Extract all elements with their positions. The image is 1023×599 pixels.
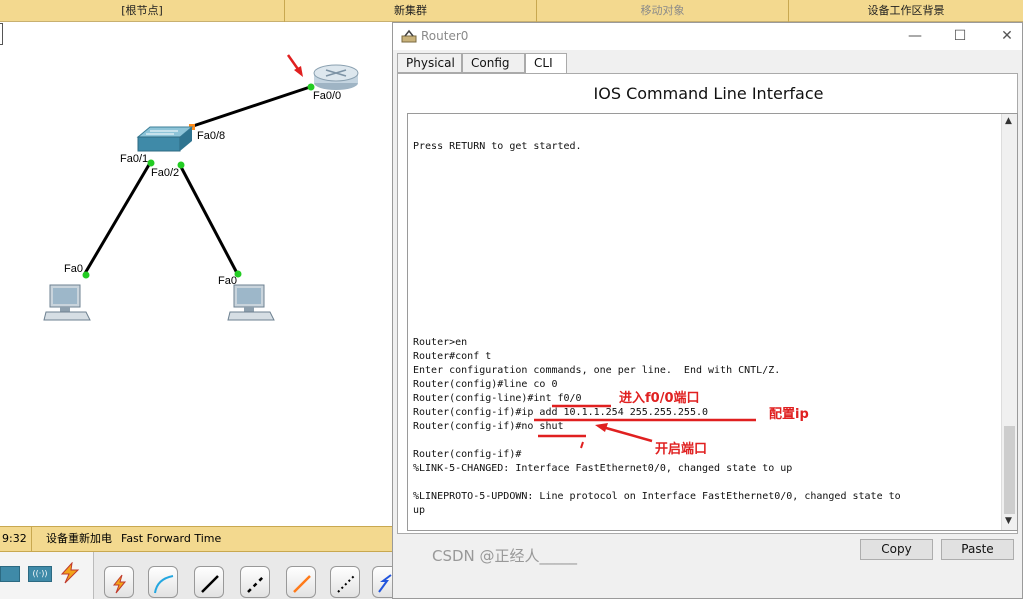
console-cable-icon[interactable] [148,566,178,598]
logical-workspace[interactable]: Fa0/0 Fa0/8 Fa0/1 Fa0/2 Fa0 Fa0 [0,23,392,548]
pc1-port-label: Fa0 [64,263,83,275]
router-switch-link[interactable] [189,85,311,129]
phone-cable-icon[interactable] [330,566,360,598]
root-node-label[interactable]: [根节点] [0,0,285,22]
pc2-port-label: Fa0 [218,275,237,287]
router-port-label: Fa0/0 [313,90,341,102]
cli-console[interactable]: Press RETURN to get started. Router>en R… [407,113,1018,531]
cli-tab-panel: IOS Command Line Interface Press RETURN … [397,73,1018,534]
tab-physical[interactable]: Physical [397,53,462,73]
switch-category-icon[interactable] [0,566,20,582]
status-bar: 9:32 设备重新加电 Fast Forward Time [0,526,392,552]
topology-canvas: Fa0/0 Fa0/8 Fa0/1 Fa0/2 Fa0 Fa0 [43,54,359,321]
device-category-panel: ((·)) [0,552,94,599]
switch-port1-light [147,159,155,167]
crossover-cable-icon[interactable] [240,566,270,598]
scroll-down-icon[interactable]: ▼ [1005,516,1012,526]
switch-port2-label: Fa0/2 [151,167,179,179]
router-window: Router0 — ☐ ✕ Physical Config CLI IOS Co… [392,22,1023,599]
pc1-link-light [82,271,90,279]
maximize-button[interactable]: ☐ [938,23,982,50]
csdn-watermark: CSDN @正经人_____ [432,547,578,565]
auto-connection-icon[interactable] [104,566,134,598]
window-titlebar[interactable]: Router0 — ☐ ✕ [393,23,1022,50]
sim-time: 9:32 [0,527,32,551]
switch-port1-label: Fa0/1 [120,153,148,165]
close-button[interactable]: ✕ [985,23,1023,50]
red-arrow-icon [286,54,303,77]
switch-pc2-link[interactable] [178,164,240,276]
device-panel: ((·)) [0,552,392,599]
router-icon[interactable] [313,64,359,90]
switch-pc1-link[interactable] [82,162,152,276]
set-background-button[interactable]: 设备工作区背景 [789,0,1023,22]
move-object-button[interactable]: 移动对象 [537,0,789,22]
scroll-up-icon[interactable]: ▲ [1005,116,1012,126]
annotation-overlay [534,404,756,449]
pc2-icon[interactable] [227,284,275,321]
straight-cable-icon[interactable] [194,566,224,598]
tab-cli[interactable]: CLI [525,53,567,74]
power-cycle-button[interactable]: 设备重新加电 [46,527,112,551]
copy-button[interactable]: Copy [860,539,933,560]
connections-category-icon[interactable] [58,562,82,584]
pc1-icon[interactable] [43,284,91,321]
switch-uplink-port-label: Fa0/8 [197,130,225,142]
minimize-button[interactable]: — [893,23,937,50]
switch-icon[interactable] [136,126,194,152]
annotation-open-port: 开启端口 [655,442,708,457]
cli-heading: IOS Command Line Interface [593,84,824,103]
top-toolbar: [根节点] 新集群 移动对象 设备工作区背景 [0,0,1023,22]
window-title: Router0 [421,29,469,43]
annotation-enter-port: 进入f0/0端口 [619,391,700,406]
serial-cable-icon[interactable] [372,566,392,598]
annotation-configure-ip: 配置ip [769,407,809,422]
new-cluster-button[interactable]: 新集群 [285,0,537,22]
fast-forward-button[interactable]: Fast Forward Time [121,527,221,551]
tab-config[interactable]: Config [462,53,525,73]
console-vscrollbar[interactable]: ▲ ▼ [1001,114,1017,530]
paste-button[interactable]: Paste [941,539,1014,560]
wireless-category-icon[interactable]: ((·)) [28,566,52,582]
console-scroll-thumb[interactable] [1004,426,1015,514]
router-app-icon [401,29,417,43]
fiber-cable-icon[interactable] [286,566,316,598]
